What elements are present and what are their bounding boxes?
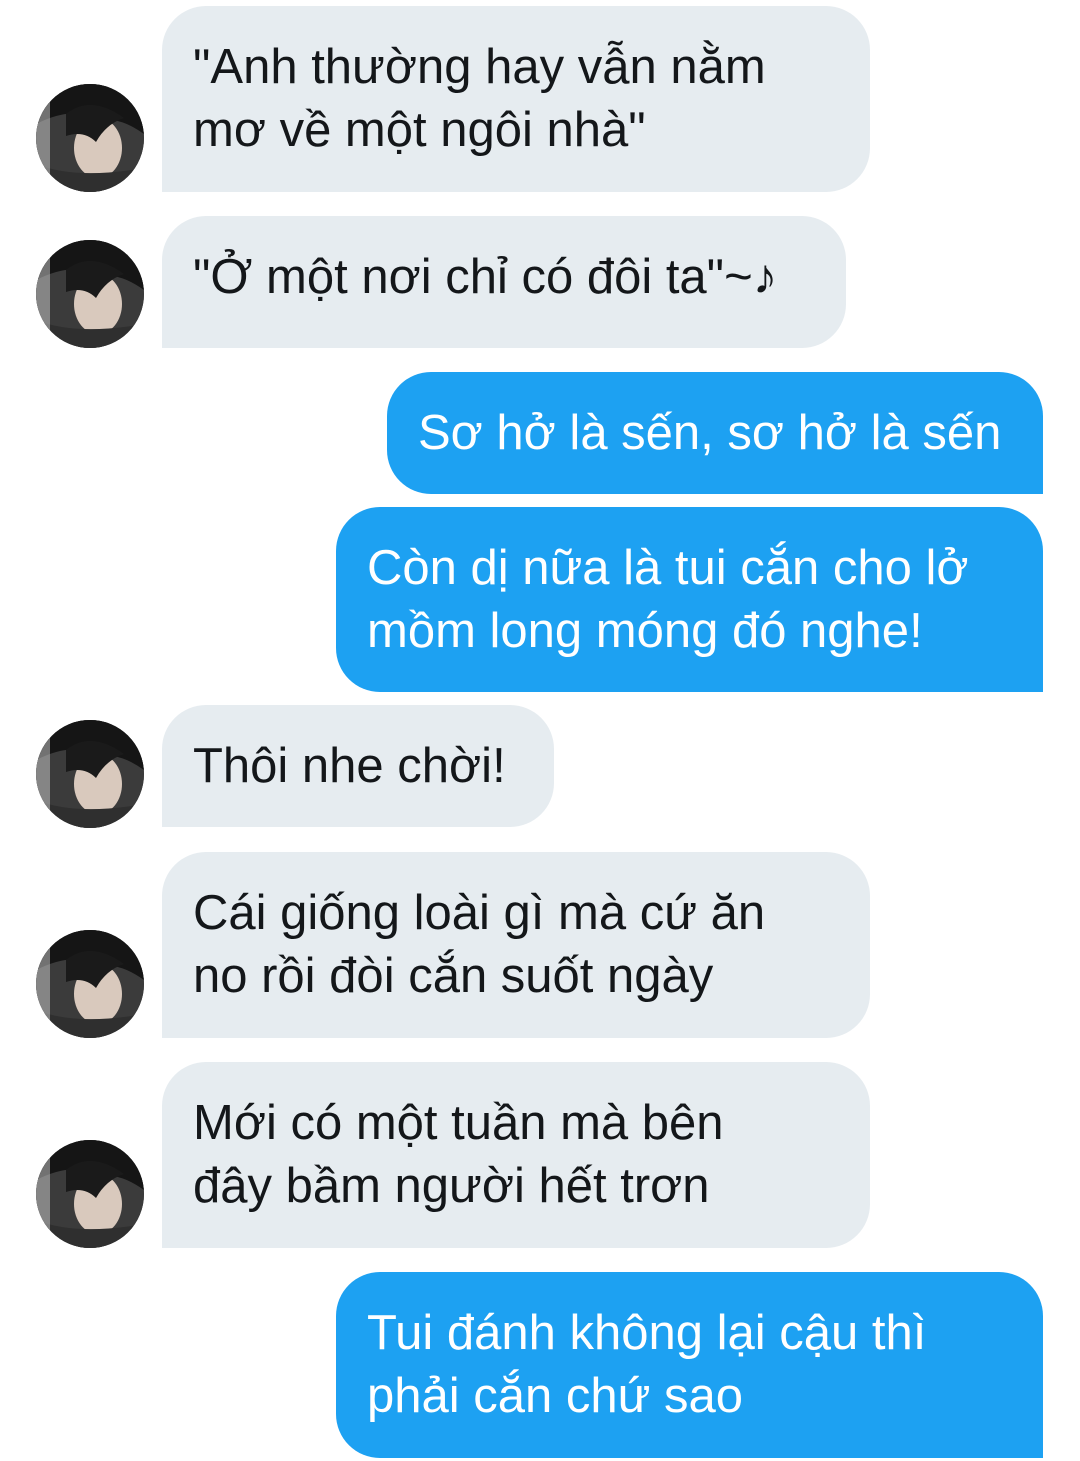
user-photo-avatar-icon (36, 1140, 144, 1248)
user-photo-avatar-icon (36, 720, 144, 828)
incoming-message-bubble[interactable]: "Ở một nơi chỉ có đôi ta"~♪ (162, 216, 846, 348)
incoming-message-bubble[interactable]: Thôi nhe chời! (162, 705, 554, 827)
outgoing-message-bubble[interactable]: Sơ hở là sến, sơ hở là sến (387, 372, 1043, 494)
sender-avatar[interactable] (36, 1140, 144, 1248)
outgoing-message-bubble[interactable]: Tui đánh không lại cậu thì phải cắn chứ … (336, 1272, 1043, 1458)
user-photo-avatar-icon (36, 930, 144, 1038)
sender-avatar[interactable] (36, 84, 144, 192)
sender-avatar[interactable] (36, 240, 144, 348)
outgoing-message-bubble[interactable]: Còn dị nữa là tui cắn cho lở mồm long mó… (336, 507, 1043, 692)
sender-avatar[interactable] (36, 930, 144, 1038)
sender-avatar[interactable] (36, 720, 144, 828)
incoming-message-bubble[interactable]: "Anh thường hay vẫn nằm mơ về một ngôi n… (162, 6, 870, 192)
incoming-message-bubble[interactable]: Cái giống loài gì mà cứ ăn no rồi đòi cắ… (162, 852, 870, 1038)
incoming-message-bubble[interactable]: Mới có một tuần mà bên đây bầm người hết… (162, 1062, 870, 1248)
user-photo-avatar-icon (36, 240, 144, 348)
user-photo-avatar-icon (36, 84, 144, 192)
